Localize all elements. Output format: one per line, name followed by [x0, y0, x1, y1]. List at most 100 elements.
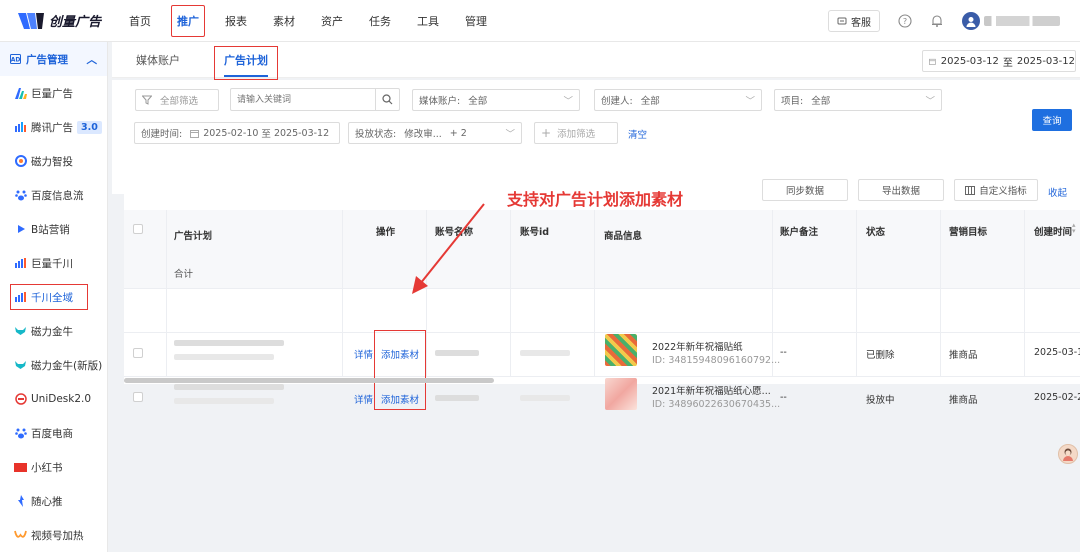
- keyword-input[interactable]: [231, 89, 375, 110]
- brand-logo[interactable]: 创量广告: [18, 11, 116, 31]
- date-sep: 至: [1002, 57, 1013, 69]
- sidebar-item-baidu[interactable]: 百度信息流: [0, 178, 107, 212]
- account-remark: --: [780, 347, 787, 358]
- brand-logo-icon: [18, 12, 44, 29]
- marketing-goal: 推商品: [949, 350, 978, 361]
- sort-icon[interactable]: ▴ ▾: [1072, 222, 1076, 235]
- sidebar-item-bilibili[interactable]: B站营销: [0, 212, 107, 246]
- sidebar-item-cili[interactable]: 磁力智投: [0, 144, 107, 178]
- user-avatar[interactable]: [962, 12, 980, 30]
- collapse-link[interactable]: 收起: [1048, 185, 1067, 199]
- account-id-blurred: [520, 395, 570, 401]
- clear-filters-link[interactable]: 清空: [628, 127, 647, 141]
- all-filter-button[interactable]: 全部筛选: [135, 89, 219, 111]
- bilibili-icon: [14, 223, 27, 235]
- delivery-status-select[interactable]: 投放状态: 修改审... + 2 ﹀: [348, 122, 522, 144]
- sidebar-item-jinniu-new[interactable]: 磁力金牛(新版): [0, 348, 107, 382]
- date-start: 2025-03-12: [940, 55, 999, 67]
- service-label: 客服: [851, 17, 871, 29]
- nav-tools[interactable]: 工具: [415, 9, 441, 33]
- sidebar-item-juliang[interactable]: 巨量广告: [0, 76, 107, 110]
- sidebar-item-baidu-ecom[interactable]: 百度电商: [0, 416, 107, 450]
- nav-reports[interactable]: 报表: [223, 9, 249, 33]
- search-button[interactable]: [375, 89, 399, 110]
- row-checkbox[interactable]: [133, 348, 143, 358]
- col-divider: [772, 210, 773, 376]
- bell-icon[interactable]: [930, 14, 944, 28]
- tab-media-accounts[interactable]: 媒体账户: [136, 52, 180, 68]
- sidebar-item-jinniu[interactable]: 磁力金牛: [0, 314, 107, 348]
- ad-plan-name-blurred[interactable]: [174, 340, 284, 346]
- nav-materials[interactable]: 素材: [271, 9, 297, 33]
- date-end: 2025-03-12: [1016, 55, 1075, 67]
- product-title: 2021年新年祝福贴纸心愿...: [652, 386, 771, 397]
- columns-icon: [965, 185, 976, 195]
- baidu-icon: [14, 189, 27, 201]
- chevron-up-icon: ︿: [86, 53, 98, 66]
- col-created-time[interactable]: 创建时间: [1034, 224, 1072, 238]
- created-time-range[interactable]: 创建时间: 2025-02-10 至 2025-03-12: [134, 122, 340, 144]
- col-status[interactable]: 状态: [866, 224, 885, 238]
- sidebar-item-unidesk[interactable]: UniDesk2.0: [0, 382, 107, 416]
- sidebar-section-ad-management[interactable]: AD 广告管理 ︿: [0, 42, 107, 76]
- col-account-id[interactable]: 账号id: [520, 224, 549, 238]
- sidebar-header-label: 广告管理: [26, 53, 68, 66]
- detail-link[interactable]: 详情: [354, 392, 373, 406]
- col-account-remark[interactable]: 账户备注: [780, 224, 818, 238]
- nav-assets[interactable]: 资产: [319, 9, 345, 33]
- sidebar-item-tencent[interactable]: 腾讯广告 3.0: [0, 110, 107, 144]
- media-account-select[interactable]: 媒体账户: 全部 ﹀: [412, 89, 580, 111]
- ad-plan-name-blurred[interactable]: [174, 384, 284, 390]
- sidebar-item-label: 千川全域: [31, 291, 73, 304]
- customer-service-button[interactable]: 客服: [828, 10, 880, 32]
- product-thumbnail[interactable]: [605, 378, 637, 410]
- export-data-button[interactable]: 导出数据: [858, 179, 944, 201]
- nav-promotion[interactable]: 推广: [171, 4, 205, 37]
- floating-assistant-avatar[interactable]: [1058, 444, 1078, 464]
- shipinhao-icon: [14, 529, 27, 541]
- custom-metrics-button[interactable]: 自定义指标: [954, 179, 1038, 201]
- chevron-down-icon: ﹀: [745, 96, 755, 107]
- row-checkbox[interactable]: [133, 392, 143, 402]
- custom-metrics-label: 自定义指标: [979, 186, 1027, 197]
- nav-tasks[interactable]: 任务: [367, 9, 393, 33]
- created-time: 2025-02-2: [1034, 392, 1080, 403]
- sidebar-item-shipinhao[interactable]: 视频号加热: [0, 518, 107, 552]
- assistant-icon: [1063, 448, 1073, 461]
- qianchuan-icon: [14, 257, 27, 269]
- add-filter-button[interactable]: + 添加筛选: [534, 122, 618, 144]
- query-button[interactable]: 查询: [1032, 109, 1072, 131]
- date-range-picker[interactable]: 2025-03-12 至 2025-03-12: [922, 50, 1076, 72]
- help-icon[interactable]: ?: [898, 14, 912, 28]
- col-divider: [166, 210, 167, 376]
- tabs-bar: 媒体账户 广告计划 2025-03-12 至 2025-03-12: [112, 42, 1080, 80]
- qianchuan-icon: [14, 291, 27, 303]
- user-name-blurred[interactable]: [984, 16, 1060, 26]
- creator-select[interactable]: 创建人: 全部 ﹀: [594, 89, 762, 111]
- project-select[interactable]: 项目: 全部 ﹀: [774, 89, 942, 111]
- col-marketing-goal[interactable]: 营销目标: [949, 224, 987, 238]
- product-id: ID: 34896022630670435...: [652, 399, 781, 410]
- detail-link[interactable]: 详情: [354, 347, 373, 361]
- col-divider: [342, 210, 343, 376]
- sidebar-item-xiaohongshu[interactable]: 小红书: [0, 450, 107, 484]
- version-badge: 3.0: [77, 120, 102, 134]
- col-ad-plan[interactable]: 广告计划: [174, 228, 212, 242]
- svg-text:AD: AD: [11, 57, 21, 64]
- sidebar-item-qianchuan-all[interactable]: 千川全域: [0, 280, 107, 314]
- product-thumbnail[interactable]: [605, 334, 637, 366]
- ad-plan-id-blurred: [174, 398, 274, 404]
- select-all-checkbox[interactable]: [133, 224, 143, 234]
- sync-data-button[interactable]: 同步数据: [762, 179, 848, 201]
- created-time: 2025-03-1: [1034, 347, 1080, 358]
- table-header: [124, 210, 1080, 288]
- ad-management-icon: AD: [10, 54, 21, 64]
- nav-manage[interactable]: 管理: [463, 9, 489, 33]
- horizontal-scrollbar[interactable]: [124, 378, 494, 383]
- tab-ad-plans[interactable]: 广告计划: [214, 46, 278, 80]
- sidebar-item-suixintui[interactable]: 随心推: [0, 484, 107, 518]
- brand-name: 创量广告: [49, 15, 102, 30]
- nav-home[interactable]: 首页: [127, 9, 153, 33]
- chevron-down-icon: ﹀: [925, 96, 935, 107]
- sidebar-item-qianchuan[interactable]: 巨量千川: [0, 246, 107, 280]
